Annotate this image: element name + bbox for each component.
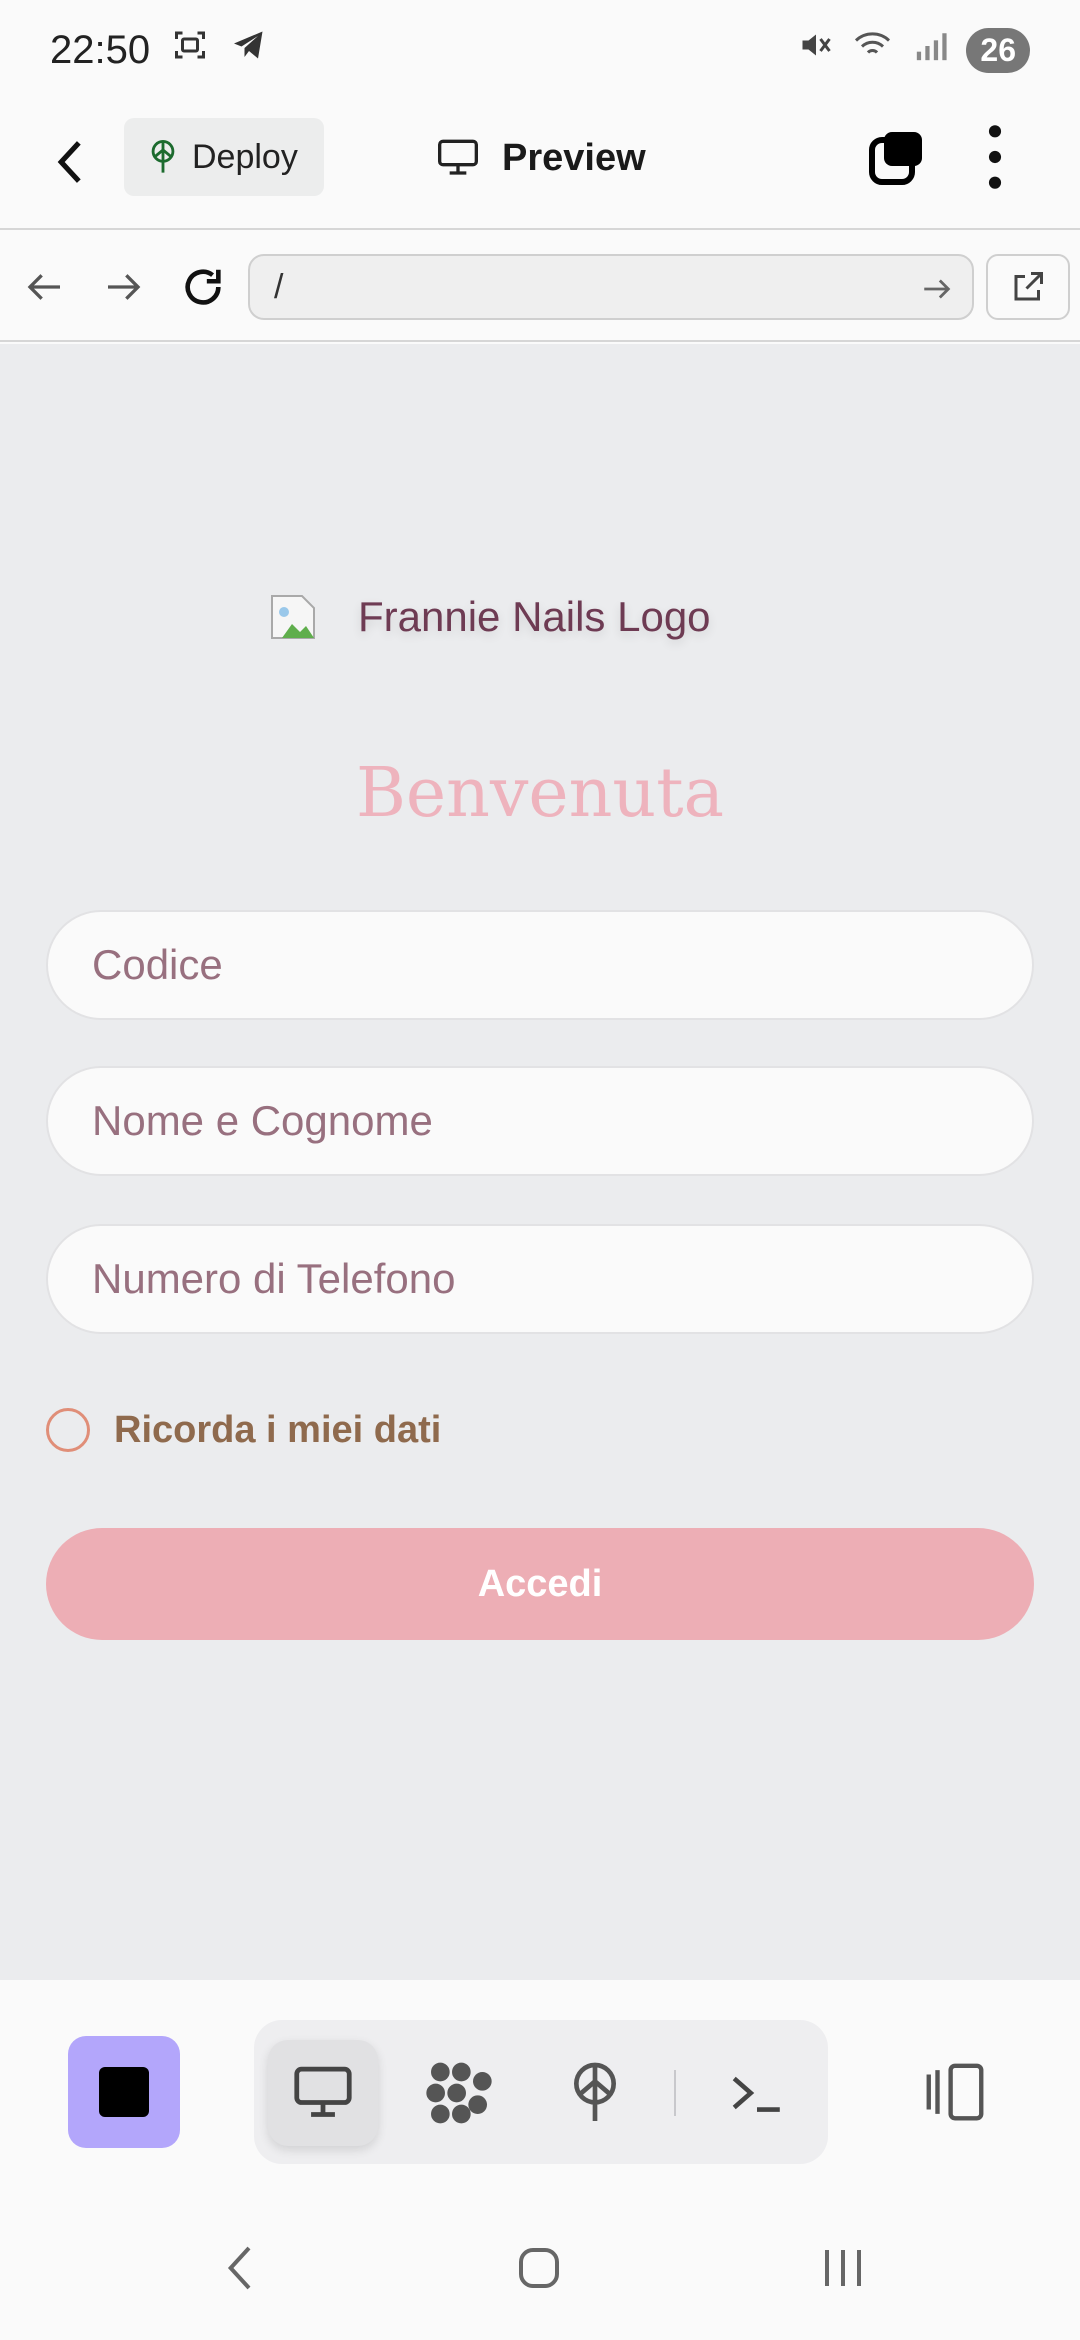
url-bar bbox=[0, 232, 1080, 342]
logo: Frannie Nails Logo bbox=[268, 592, 711, 642]
browser-forward-button[interactable] bbox=[96, 260, 150, 314]
deploy-tool-button[interactable] bbox=[540, 2040, 650, 2146]
welcome-heading: Benvenuta bbox=[355, 754, 725, 833]
nodes-icon bbox=[426, 2062, 492, 2124]
more-vertical-icon bbox=[988, 125, 1002, 189]
status-time: 22:50 bbox=[50, 27, 151, 72]
go-arrow-icon[interactable] bbox=[920, 272, 954, 306]
monitor-icon bbox=[294, 2066, 352, 2117]
tabs-button[interactable] bbox=[866, 128, 926, 188]
terminal-icon bbox=[732, 2076, 780, 2112]
remember-me-label: Ricorda i miei dati bbox=[114, 1408, 442, 1451]
url-field[interactable] bbox=[248, 254, 974, 320]
system-navigation-bar bbox=[0, 2190, 1080, 2340]
home-square-icon bbox=[519, 2248, 559, 2288]
chevron-left-icon bbox=[227, 2246, 251, 2290]
preview-content: Frannie Nails Logo Benvenuta Ricorda i m… bbox=[0, 344, 1080, 1980]
wifi-icon bbox=[852, 27, 896, 73]
remember-me-radio[interactable] bbox=[46, 1408, 90, 1452]
name-field[interactable] bbox=[46, 1066, 1034, 1176]
chevron-left-icon bbox=[57, 141, 81, 183]
status-bar: 22:50 26 bbox=[0, 0, 1080, 100]
url-input[interactable] bbox=[274, 267, 894, 307]
workflows-tool-button[interactable] bbox=[404, 2040, 514, 2146]
tool-group bbox=[254, 2020, 828, 2164]
reload-button[interactable] bbox=[176, 260, 230, 314]
remember-me-option[interactable]: Ricorda i miei dati bbox=[46, 1408, 441, 1452]
deploy-button[interactable]: Deploy bbox=[124, 118, 324, 196]
system-home-button[interactable] bbox=[504, 2238, 574, 2298]
login-button[interactable]: Accedi bbox=[46, 1528, 1034, 1640]
code-input[interactable] bbox=[92, 912, 988, 1018]
stop-button[interactable] bbox=[68, 2036, 180, 2148]
page-title: Preview bbox=[436, 128, 646, 188]
browser-back-button[interactable] bbox=[18, 260, 72, 314]
deploy-icon bbox=[574, 2062, 616, 2121]
logo-alt-text: Frannie Nails Logo bbox=[358, 593, 711, 640]
device-toggle-icon bbox=[926, 2063, 984, 2121]
reload-icon bbox=[185, 269, 221, 305]
monitor-icon bbox=[438, 139, 478, 175]
stop-icon bbox=[99, 2067, 149, 2117]
arrow-left-icon bbox=[27, 274, 60, 300]
device-toggle-button[interactable] bbox=[920, 2060, 990, 2124]
app-header: Deploy Preview bbox=[0, 100, 1080, 230]
arrow-right-icon bbox=[108, 274, 141, 300]
more-menu-button[interactable] bbox=[978, 122, 1012, 192]
name-input[interactable] bbox=[92, 1068, 988, 1174]
external-link-icon bbox=[1014, 272, 1043, 301]
deploy-icon bbox=[151, 140, 175, 173]
phone-input[interactable] bbox=[92, 1226, 988, 1332]
back-button[interactable] bbox=[52, 132, 112, 192]
bottom-toolbar bbox=[0, 1980, 1080, 2196]
preview-tool-button[interactable] bbox=[268, 2040, 378, 2146]
deploy-label: Deploy bbox=[192, 137, 298, 176]
shell-tool-button[interactable] bbox=[702, 2040, 812, 2146]
signal-icon bbox=[914, 28, 948, 73]
system-back-button[interactable] bbox=[204, 2238, 274, 2298]
mute-icon bbox=[798, 27, 834, 73]
code-field[interactable] bbox=[46, 910, 1034, 1020]
screenshot-icon bbox=[172, 27, 208, 73]
open-external-button[interactable] bbox=[986, 254, 1070, 320]
tabs-icon bbox=[869, 132, 922, 185]
recents-icon bbox=[825, 2250, 861, 2286]
broken-image-icon bbox=[268, 592, 318, 642]
preview-title-text: Preview bbox=[502, 136, 646, 179]
phone-field[interactable] bbox=[46, 1224, 1034, 1334]
battery-indicator: 26 bbox=[966, 27, 1030, 73]
telegram-icon bbox=[230, 27, 268, 73]
tool-divider bbox=[674, 2070, 676, 2116]
system-recents-button[interactable] bbox=[808, 2238, 878, 2298]
